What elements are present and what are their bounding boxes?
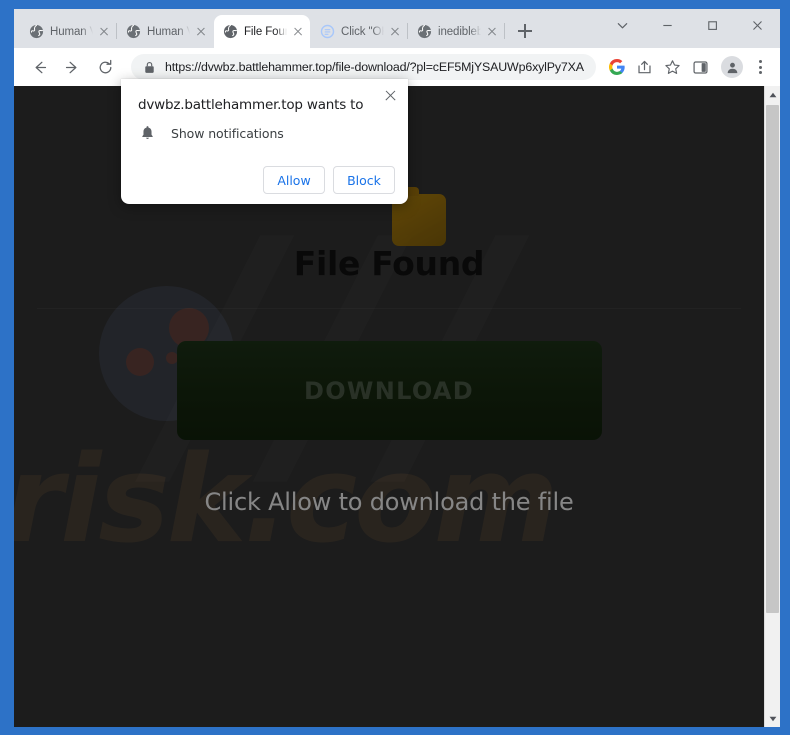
bookmark-button[interactable] [659,54,686,81]
browser-window: Human Ve Human Ve File Found [14,9,780,727]
close-window-button[interactable] [735,9,780,42]
dialog-actions: Allow Block [121,141,408,194]
blue-page-icon [320,24,335,39]
tab-title: Human Ve [50,25,94,38]
maximize-button[interactable] [690,9,735,42]
side-panel-button[interactable] [687,54,714,81]
tab-separator [504,23,505,39]
tab-strip: Human Ve Human Ve File Found [14,9,780,48]
url-text: https://dvwbz.battlehammer.top/file-down… [165,60,584,74]
globe-icon [417,24,432,39]
close-icon [753,21,762,30]
chevron-down-icon [617,23,628,29]
browser-tab-5[interactable]: inedibleb [408,15,504,48]
tab-search-button[interactable] [600,9,645,42]
globe-icon [126,24,141,39]
menu-dot [758,59,762,63]
allow-button[interactable]: Allow [263,166,325,194]
scroll-up-button[interactable] [765,86,780,103]
window-controls [600,9,780,42]
star-icon [665,59,680,74]
address-bar[interactable]: https://dvwbz.battlehammer.top/file-down… [131,54,596,80]
browser-tab-3-active[interactable]: File Found [214,15,310,48]
close-icon[interactable] [484,24,500,40]
close-icon[interactable] [290,24,306,40]
share-icon [638,60,651,73]
share-button[interactable] [631,54,658,81]
vertical-scrollbar[interactable] [764,86,780,727]
globe-icon [29,24,44,39]
reload-icon [99,59,111,73]
minimize-icon [663,24,672,27]
new-tab-button[interactable] [511,17,539,45]
download-button[interactable]: DOWNLOAD [176,341,602,440]
close-icon[interactable] [193,24,209,40]
tab-title: File Found [244,25,288,38]
forward-arrow-icon [65,61,76,73]
minimize-button[interactable] [645,9,690,42]
profile-avatar-button[interactable] [721,56,743,78]
dialog-title: dvwbz.battlehammer.top wants to [138,97,364,113]
menu-dot [758,65,762,69]
page-title: File Found [293,244,485,283]
scroll-down-button[interactable] [765,710,780,727]
back-arrow-icon [35,61,46,73]
permission-row: Show notifications [121,113,408,141]
browser-tab-4[interactable]: Click "OK [311,15,407,48]
bell-icon [140,125,156,141]
maximize-icon [708,21,717,30]
instruction-text: Click Allow to download the file [204,488,574,516]
back-button[interactable] [24,52,54,82]
close-icon[interactable] [387,24,403,40]
close-icon[interactable] [96,24,112,40]
notification-permission-dialog: dvwbz.battlehammer.top wants to Show not… [121,79,408,204]
tab-title: Human Ve [147,25,191,38]
tab-title: inedibleb [438,25,482,38]
close-icon[interactable] [379,85,401,107]
menu-dot [758,71,762,75]
scrollbar-track[interactable] [765,103,780,710]
scrollbar-thumb[interactable] [766,105,779,613]
google-g-icon [608,59,625,75]
permission-label: Show notifications [171,125,284,141]
scroll-down-arrow-icon [769,716,776,721]
divider [37,308,741,309]
tab-title: Click "OK [341,25,385,38]
browser-tab-2[interactable]: Human Ve [117,15,213,48]
scroll-up-arrow-icon [769,92,776,97]
three-dot-menu-button[interactable] [748,54,772,81]
desktop-background: Human Ve Human Ve File Found [0,0,790,735]
browser-tab-1[interactable]: Human Ve [20,15,116,48]
reload-button[interactable] [90,52,120,82]
block-button[interactable]: Block [333,166,395,194]
side-panel-icon [693,60,708,74]
globe-icon [223,24,238,39]
lock-icon [144,61,156,74]
person-avatar-icon [727,62,737,73]
google-lens-button[interactable] [603,54,630,81]
forward-button[interactable] [57,52,87,82]
